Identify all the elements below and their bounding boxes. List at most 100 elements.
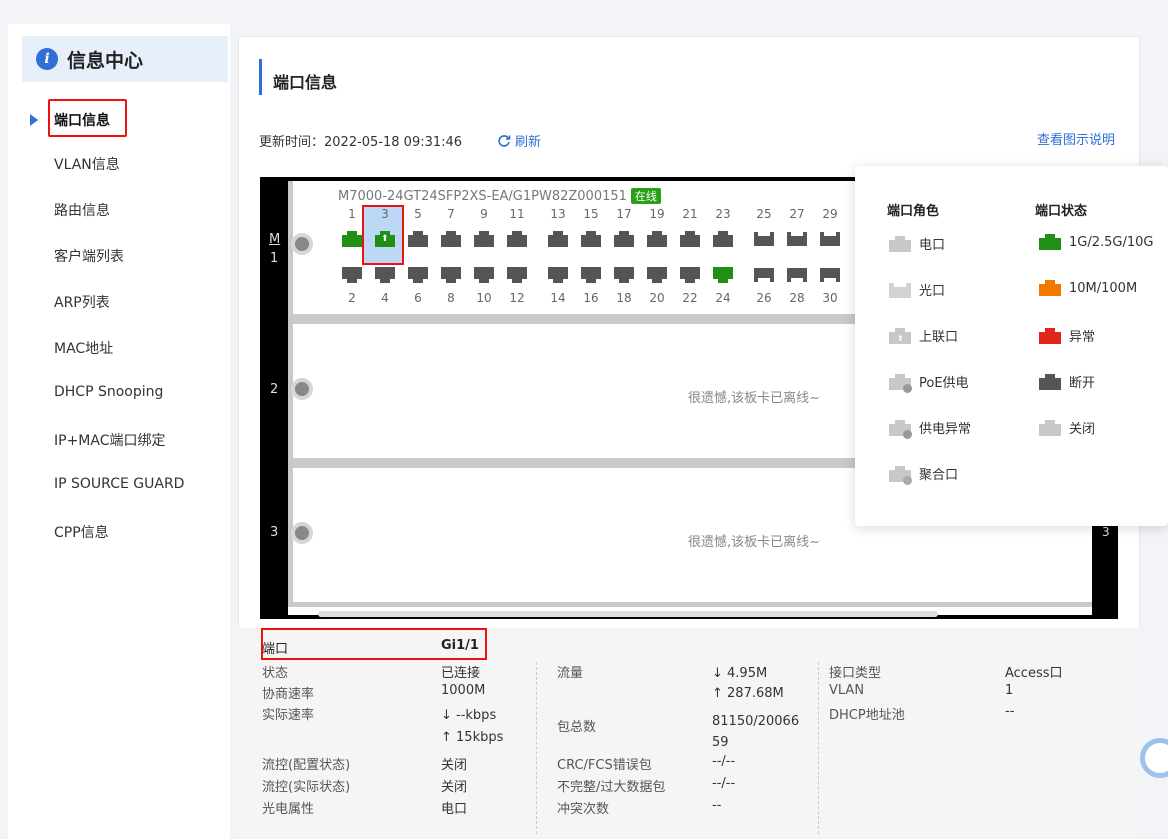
port-12[interactable] (507, 267, 527, 283)
detail-key: 状态 (262, 666, 289, 681)
detail-key: 冲突次数 (557, 802, 610, 817)
refresh-button[interactable]: 刷新 (497, 131, 541, 150)
port-number-label: 16 (583, 291, 599, 305)
legend-status-label: 断开 (1069, 376, 1096, 391)
port-number-label: 14 (550, 291, 566, 305)
port-number-label: 12 (509, 291, 525, 305)
device-name-text: M7000-24GT24SFP2XS-EA/G1PW82Z000151 (338, 189, 627, 204)
port-number-label: 25 (756, 207, 772, 221)
status-red-icon (1039, 327, 1061, 344)
port-27[interactable] (787, 231, 807, 247)
sidebar-item-port-info[interactable]: 端口信息 (54, 110, 110, 130)
port-7[interactable] (441, 231, 461, 247)
detail-port-label: 端口 (262, 642, 289, 657)
legend-popover: 端口角色 端口状态 电口 光口 ⬆ 上联口 PoE供电 供电异常 聚合口 1G/… (855, 166, 1168, 526)
slot-label-1: 1 (270, 251, 279, 266)
port-8[interactable] (441, 267, 461, 283)
detail-key: DHCP地址池 (829, 708, 905, 723)
horizontal-scrollbar[interactable] (318, 611, 938, 617)
sidebar-item-clients[interactable]: 客户端列表 (54, 246, 124, 266)
info-icon: i (36, 48, 58, 70)
legend-role-copper: 电口 (889, 234, 945, 253)
port-number-label: 9 (480, 207, 488, 221)
legend-link[interactable]: 查看图示说明 (1037, 129, 1115, 148)
slot-label-2: 2 (270, 382, 279, 397)
port-9[interactable] (474, 231, 494, 247)
port-26[interactable] (754, 267, 774, 283)
sidebar-item-vlan[interactable]: VLAN信息 (54, 154, 120, 174)
active-arrow-icon (30, 114, 38, 126)
legend-role-label: 电口 (919, 238, 946, 253)
sidebar-item-cpp[interactable]: CPP信息 (54, 522, 109, 542)
sidebar-item-ip-mac-binding[interactable]: IP+MAC端口绑定 (54, 430, 166, 450)
port-16[interactable] (581, 267, 601, 283)
port-3[interactable]: ⬆ (375, 231, 395, 247)
port-number-label: 24 (715, 291, 731, 305)
port-24[interactable] (713, 267, 733, 283)
detail-key: VLAN (829, 683, 865, 698)
port-23[interactable] (713, 231, 733, 247)
port-22[interactable] (680, 267, 700, 283)
legend-role-fiber: 光口 (889, 280, 945, 299)
port-5[interactable] (408, 231, 428, 247)
port-20[interactable] (647, 267, 667, 283)
detail-value: 81150/20066 (712, 714, 800, 729)
card-knob-2 (291, 378, 313, 400)
port-15[interactable] (581, 231, 601, 247)
detail-value: 已连接 (441, 666, 481, 681)
port-number-label: 6 (414, 291, 422, 305)
detail-value: 1000M (441, 683, 486, 698)
port-number-label: 1 (348, 207, 356, 221)
port-21[interactable] (680, 231, 700, 247)
legend-role-label: PoE供电 (919, 376, 969, 391)
port-number-label: 15 (583, 207, 599, 221)
port-28[interactable] (787, 267, 807, 283)
port-13[interactable] (548, 231, 568, 247)
port-number-label: 2 (348, 291, 356, 305)
sidebar-item-arp[interactable]: ARP列表 (54, 292, 110, 312)
port-4[interactable] (375, 267, 395, 283)
sidebar-header: i 信息中心 (22, 36, 228, 82)
legend-status-100m: 10M/100M (1039, 280, 1137, 296)
port-2[interactable] (342, 267, 362, 283)
port-number-label: 19 (649, 207, 665, 221)
sidebar: i 信息中心 端口信息 VLAN信息 路由信息 客户端列表 ARP列表 MAC地… (8, 24, 230, 839)
port-11[interactable] (507, 231, 527, 247)
port-number-label: 29 (822, 207, 838, 221)
port-14[interactable] (548, 267, 568, 283)
sidebar-item-mac[interactable]: MAC地址 (54, 338, 113, 358)
sidebar-item-dhcp-snooping[interactable]: DHCP Snooping (54, 384, 163, 400)
port-number-label: 7 (447, 207, 455, 221)
section-accent (259, 59, 262, 95)
detail-value: -- (712, 798, 722, 813)
poe-port-icon (889, 373, 912, 393)
assistant-icon[interactable] (1140, 738, 1168, 778)
port-18[interactable] (614, 267, 634, 283)
offline-message-2: 很遗憾,该板卡已离线~ (688, 391, 821, 406)
offline-message-3: 很遗憾,该板卡已离线~ (688, 535, 821, 550)
card-knob-3 (291, 522, 313, 544)
sidebar-item-route[interactable]: 路由信息 (54, 200, 110, 220)
status-title: 端口状态 (1035, 204, 1088, 219)
legend-role-label: 上联口 (919, 330, 959, 345)
status-green-icon (1039, 234, 1061, 250)
legend-status-label: 关闭 (1069, 422, 1096, 437)
port-17[interactable] (614, 231, 634, 247)
detail-key: 不完整/过大数据包 (557, 780, 666, 795)
port-25[interactable] (754, 231, 774, 247)
slot-label-3: 3 (270, 525, 279, 540)
port-1[interactable] (342, 231, 362, 247)
online-badge: 在线 (630, 188, 661, 204)
port-10[interactable] (474, 267, 494, 283)
sidebar-item-ip-source-guard[interactable]: IP SOURCE GUARD (54, 476, 184, 492)
legend-status-1g: 1G/2.5G/10G (1039, 234, 1153, 250)
status-orange-icon (1039, 280, 1061, 296)
port-19[interactable] (647, 231, 667, 247)
port-number-label: 4 (381, 291, 389, 305)
port-6[interactable] (408, 267, 428, 283)
port-29[interactable] (820, 231, 840, 247)
column-divider (536, 662, 537, 834)
detail-key: 流量 (557, 666, 584, 681)
port-30[interactable] (820, 267, 840, 283)
right-slot-label: 3 (1102, 525, 1110, 539)
